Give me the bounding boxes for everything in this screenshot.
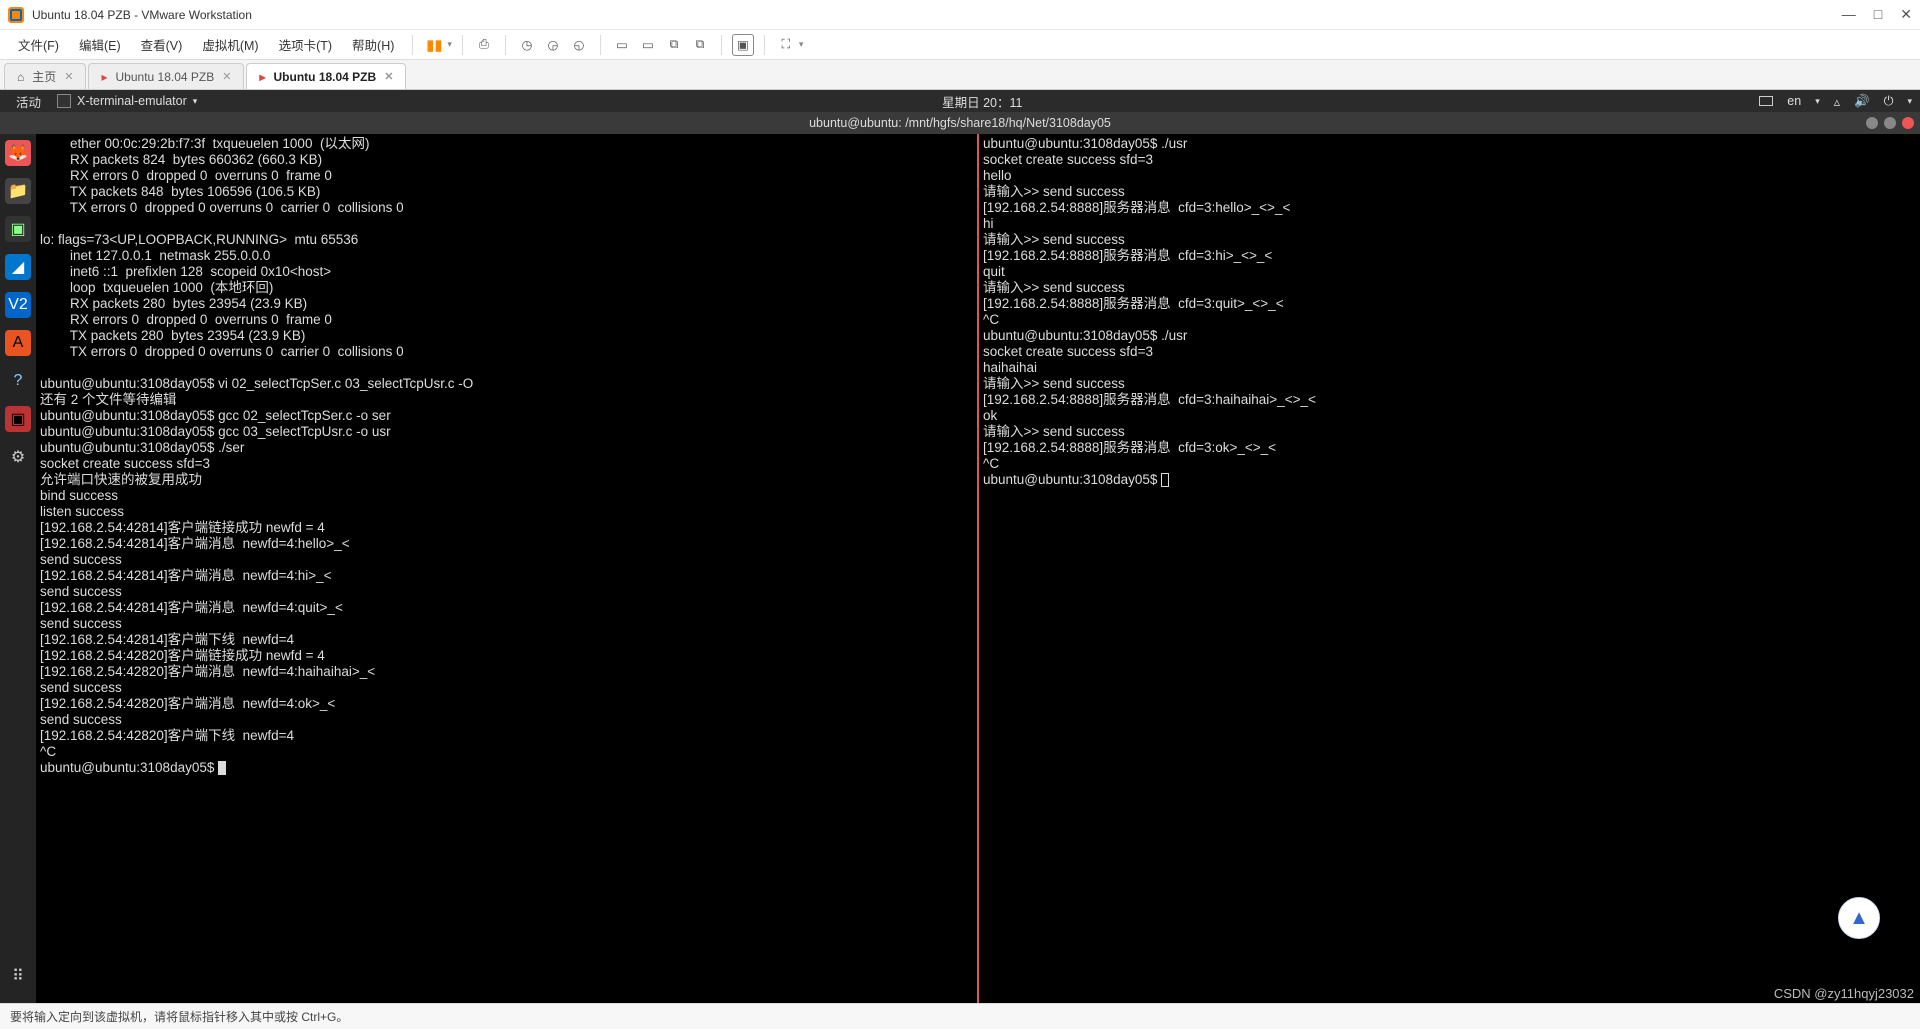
close-button[interactable]: ✕ xyxy=(1900,6,1912,23)
separator xyxy=(412,35,413,55)
cursor xyxy=(218,761,226,775)
terminal-icon xyxy=(57,94,71,108)
help-icon[interactable]: ? xyxy=(5,368,31,394)
clock[interactable]: 星期日 20：11 xyxy=(205,92,1759,111)
app-menu[interactable]: X-terminal-emulator ▾ xyxy=(49,94,205,108)
minimize-button[interactable]: — xyxy=(1842,6,1856,23)
menu-vm[interactable]: 虚拟机(M) xyxy=(194,32,266,57)
snapshot-revert-icon[interactable]: ◶ xyxy=(542,34,564,56)
view-single-icon[interactable]: ▭ xyxy=(611,34,633,56)
software-icon[interactable]: A xyxy=(5,330,31,356)
menu-view[interactable]: 查看(V) xyxy=(133,32,191,57)
floating-action-button[interactable]: ▲ xyxy=(1838,897,1880,939)
view-thumbnail-icon[interactable]: ⧉ xyxy=(689,34,711,56)
keyboard-icon[interactable] xyxy=(1759,96,1773,106)
tab-label: 主页 xyxy=(32,68,56,85)
settings-icon[interactable]: ⚙ xyxy=(5,444,31,470)
separator xyxy=(764,35,765,55)
menu-file[interactable]: 文件(F) xyxy=(10,32,67,57)
close-icon[interactable]: ✕ xyxy=(64,70,73,83)
separator xyxy=(462,35,463,55)
app-icon[interactable]: ▣ xyxy=(5,406,31,432)
maximize-button[interactable]: □ xyxy=(1874,6,1882,23)
chevron-down-icon: ▾ xyxy=(193,96,198,107)
pause-icon[interactable]: ▮▮ xyxy=(423,34,445,56)
watermark: CSDN @zy11hqyj23032 xyxy=(1774,986,1914,1001)
gnome-topbar: 活动 X-terminal-emulator ▾ 星期日 20：11 en ▾ … xyxy=(0,90,1920,112)
minimize-icon[interactable] xyxy=(1866,117,1878,129)
tab-vm-2[interactable]: ▸ Ubuntu 18.04 PZB ✕ xyxy=(246,63,406,89)
window-titlebar: Ubuntu 18.04 PZB - VMware Workstation — … xyxy=(0,0,1920,30)
status-bar: 要将输入定向到该虚拟机，请将鼠标指针移入其中或按 Ctrl+G。 xyxy=(0,1003,1920,1029)
app-menu-label: X-terminal-emulator xyxy=(77,94,187,108)
tab-label: Ubuntu 18.04 PZB xyxy=(116,70,215,84)
menu-tabs[interactable]: 选项卡(T) xyxy=(271,32,340,57)
window-buttons xyxy=(1866,117,1914,129)
files-icon[interactable]: 📁 xyxy=(5,178,31,204)
stretch-icon[interactable]: ⛶ xyxy=(775,34,797,56)
tab-label: Ubuntu 18.04 PZB xyxy=(274,70,377,84)
vnc-icon[interactable]: V2 xyxy=(5,292,31,318)
vm-display[interactable]: 活动 X-terminal-emulator ▾ 星期日 20：11 en ▾ … xyxy=(0,90,1920,1003)
snapshot-take-icon[interactable]: ◷ xyxy=(516,34,538,56)
menu-toolbar: 文件(F) 编辑(E) 查看(V) 虚拟机(M) 选项卡(T) 帮助(H) ▮▮… xyxy=(0,30,1920,60)
vm-icon: ▸ xyxy=(259,70,265,84)
window-controls: — □ ✕ xyxy=(1842,6,1912,23)
terminal-titlebar: ubuntu@ubuntu: /mnt/hgfs/share18/hq/Net/… xyxy=(0,112,1920,134)
vm-icon: ▸ xyxy=(101,70,107,84)
vmware-logo-icon xyxy=(8,7,24,23)
chevron-down-icon: ▾ xyxy=(1815,96,1820,107)
close-icon[interactable] xyxy=(1902,117,1914,129)
network-icon[interactable]: ▵ xyxy=(1834,94,1840,109)
menu-edit[interactable]: 编辑(E) xyxy=(71,32,129,57)
terminal-pane-left[interactable]: ether 00:0c:29:2b:f7:3f txqueuelen 1000 … xyxy=(36,134,979,1003)
dropdown-icon[interactable]: ▾ xyxy=(799,39,804,50)
view-unity-icon[interactable]: ⧉ xyxy=(663,34,685,56)
terminal-output-left: ether 00:0c:29:2b:f7:3f txqueuelen 1000 … xyxy=(40,136,473,775)
vscode-icon[interactable]: ◢ xyxy=(5,254,31,280)
gnome-dock: 🦊 📁 ▣ ◢ V2 A ? ▣ ⚙ ⠿ xyxy=(0,134,36,1003)
view-console-icon[interactable]: ▭ xyxy=(637,34,659,56)
window-title: Ubuntu 18.04 PZB - VMware Workstation xyxy=(32,8,252,22)
show-apps-icon[interactable]: ⠿ xyxy=(5,963,31,989)
language-indicator[interactable]: en xyxy=(1787,94,1801,108)
separator xyxy=(600,35,601,55)
separator xyxy=(505,35,506,55)
terminal-output-right: ubuntu@ubuntu:3108day05$ ./usr socket cr… xyxy=(983,136,1316,487)
chevron-down-icon: ▾ xyxy=(1907,96,1912,107)
close-icon[interactable]: ✕ xyxy=(384,70,393,83)
terminal-title: ubuntu@ubuntu: /mnt/hgfs/share18/hq/Net/… xyxy=(809,116,1111,130)
home-icon: ⌂ xyxy=(17,70,24,84)
vm-tabbar: ⌂ 主页 ✕ ▸ Ubuntu 18.04 PZB ✕ ▸ Ubuntu 18.… xyxy=(0,60,1920,90)
terminal-split: ether 00:0c:29:2b:f7:3f txqueuelen 1000 … xyxy=(36,134,1920,1003)
system-tray: en ▾ ▵ 🔊 ⏻ ▾ xyxy=(1759,94,1912,109)
close-icon[interactable]: ✕ xyxy=(222,70,231,83)
dropdown-icon[interactable]: ▾ xyxy=(447,39,452,50)
firefox-icon[interactable]: 🦊 xyxy=(5,140,31,166)
send-ctrl-alt-del-icon[interactable]: ⎙ xyxy=(473,34,495,56)
terminal-icon[interactable]: ▣ xyxy=(5,216,31,242)
fullscreen-icon[interactable]: ▣ xyxy=(732,34,754,56)
separator xyxy=(721,35,722,55)
menu-help[interactable]: 帮助(H) xyxy=(344,32,402,57)
terminal-pane-right[interactable]: ubuntu@ubuntu:3108day05$ ./usr socket cr… xyxy=(979,134,1920,1003)
power-icon[interactable]: ⏻ xyxy=(1884,94,1894,109)
volume-icon[interactable]: 🔊 xyxy=(1854,94,1870,109)
cursor xyxy=(1161,473,1169,487)
maximize-icon[interactable] xyxy=(1884,117,1896,129)
tab-vm-1[interactable]: ▸ Ubuntu 18.04 PZB ✕ xyxy=(88,63,244,89)
activities-button[interactable]: 活动 xyxy=(8,92,49,111)
tab-home[interactable]: ⌂ 主页 ✕ xyxy=(4,63,86,89)
snapshot-manage-icon[interactable]: ◵ xyxy=(568,34,590,56)
status-text: 要将输入定向到该虚拟机，请将鼠标指针移入其中或按 Ctrl+G。 xyxy=(10,1008,348,1025)
